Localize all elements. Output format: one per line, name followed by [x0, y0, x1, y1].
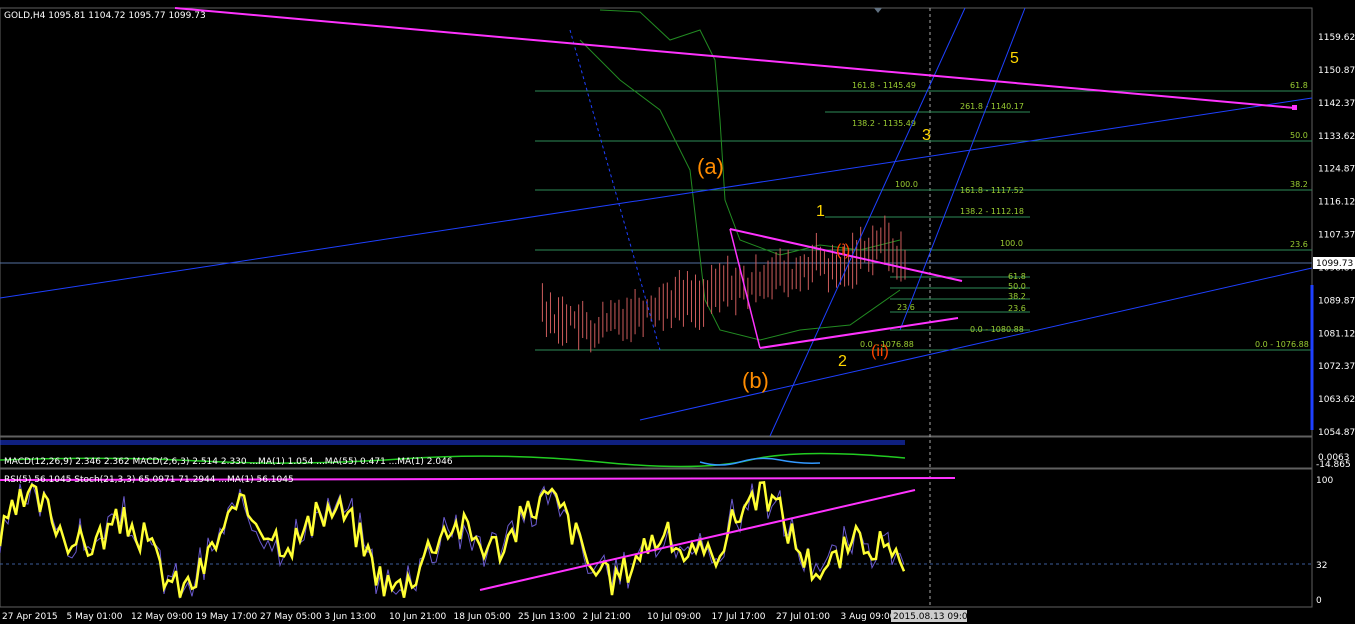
- fib-label: 161.8 - 1117.52: [960, 186, 1024, 195]
- price-axis: 1159.62 1150.87 1142.37 1133.62 1124.87 1116.…: [1318, 33, 1355, 438]
- fib-label: 261.8 - 1140.17: [960, 102, 1024, 111]
- osc-axis-0: 0: [1316, 596, 1322, 606]
- fib-label: 0.0 - 1080.88: [970, 325, 1024, 334]
- rsi-line: [0, 481, 906, 598]
- wave-label-3: 3: [922, 127, 931, 144]
- fib-label: 23.6: [1008, 304, 1026, 313]
- trading-chart[interactable]: 61.8 161.8 - 1145.49 261.8 - 1140.17 138…: [0, 0, 1355, 624]
- fib-label: 100.0: [1000, 239, 1023, 248]
- fib-label: 0.0 - 1076.88: [1255, 340, 1309, 349]
- price-axis-label: 1089.87: [1318, 296, 1355, 306]
- fib-labels: 61.8 161.8 - 1145.49 261.8 - 1140.17 138…: [852, 81, 1309, 349]
- price-panel-frame: [0, 7, 1313, 437]
- fib-label: 61.8: [1008, 272, 1026, 281]
- price-axis-label: 1054.87: [1318, 428, 1355, 438]
- time-axis-label: 27 Jul 01:00: [776, 612, 830, 622]
- time-axis-label: 2015.08.13 09:00: [893, 612, 974, 622]
- price-axis-label: 1159.62: [1318, 33, 1355, 43]
- wave-label-1: 1: [816, 203, 825, 220]
- scroll-marker-icon[interactable]: [874, 8, 882, 13]
- price-axis-label: 1124.87: [1318, 165, 1355, 175]
- bollinger-upper: [599, 9, 901, 256]
- wave-label-a: (a): [697, 154, 724, 179]
- macd-histogram: [0, 440, 905, 445]
- price-axis-label: 1142.37: [1318, 99, 1355, 109]
- macd-axis-label: -14.865: [1316, 460, 1351, 470]
- price-axis-label: 1081.12: [1318, 329, 1355, 339]
- time-axis-label: 19 May 17:00: [196, 612, 258, 622]
- price-axis-label: 1116.12: [1318, 198, 1355, 208]
- osc-axis-32: 32: [1316, 561, 1327, 571]
- wave-label-i: (i): [836, 242, 850, 259]
- time-axis-label: 10 Jul 09:00: [647, 612, 701, 622]
- time-axis-label: 27 May 05:00: [260, 612, 322, 622]
- trendline-anchor[interactable]: [1292, 105, 1297, 110]
- blue-trendlines: [0, 7, 1313, 437]
- time-axis-label: 12 May 09:00: [131, 612, 193, 622]
- fib-label: 23.6: [1290, 240, 1308, 249]
- oscillator-series: [0, 481, 906, 600]
- fib-label: 23.6: [897, 303, 915, 312]
- price-axis-label: 1107.37: [1318, 231, 1355, 241]
- osc-header: RSI(5) 56.1045 Stoch(21,3,3) 65.0971 71.…: [4, 475, 294, 485]
- price-series: [541, 215, 906, 353]
- fib-label: 138.2 - 1135.49: [852, 119, 916, 128]
- fib-label: 138.2 - 1112.18: [960, 207, 1024, 216]
- fib-label: 100.0: [895, 180, 918, 189]
- time-axis-label: 25 Jun 13:00: [518, 612, 575, 622]
- time-axis-label: 18 Jun 05:00: [454, 612, 511, 622]
- time-axis-label: 10 Jun 21:00: [389, 612, 446, 622]
- price-axis-label: 1072.37: [1318, 362, 1355, 372]
- fib-label: 38.2: [1290, 180, 1308, 189]
- macd-header: MACD(12,26,9) 2.346 2.362 MACD(2,6,3) 2.…: [4, 457, 453, 467]
- time-axis-label: 3 Aug 09:00: [841, 612, 896, 622]
- wave-label-b: (b): [742, 368, 769, 393]
- fib-label: 161.8 - 1145.49: [852, 81, 916, 90]
- macd-line-blue: [699, 457, 821, 466]
- time-axis-label: 2 Jul 21:00: [583, 612, 632, 622]
- time-axis: 27 Apr 2015 5 May 01:00 12 May 09:00 19 May…: [2, 610, 974, 622]
- wave-label-ii: (ii): [871, 343, 889, 360]
- time-axis-label: 3 Jun 13:00: [325, 612, 377, 622]
- price-axis-label: 1150.87: [1318, 66, 1355, 76]
- price-axis-label: 1133.62: [1318, 132, 1355, 142]
- current-price-label: 1099.73: [1316, 259, 1353, 269]
- magenta-trendlines: [174, 7, 1296, 349]
- time-axis-label: 5 May 01:00: [67, 612, 123, 622]
- fib-label: 38.2: [1008, 292, 1026, 301]
- price-axis-label: 1063.62: [1318, 395, 1355, 405]
- chart-title: GOLD,H4 1095.81 1104.72 1095.77 1099.73: [4, 11, 206, 21]
- osc-axis-100: 100: [1316, 476, 1333, 486]
- wave-label-2: 2: [838, 353, 847, 370]
- time-axis-label: 27 Apr 2015: [2, 612, 58, 622]
- time-axis-label: 17 Jul 17:00: [712, 612, 766, 622]
- fib-label: 61.8: [1290, 81, 1308, 90]
- wave-label-5: 5: [1010, 50, 1019, 67]
- fib-label: 50.0: [1290, 131, 1308, 140]
